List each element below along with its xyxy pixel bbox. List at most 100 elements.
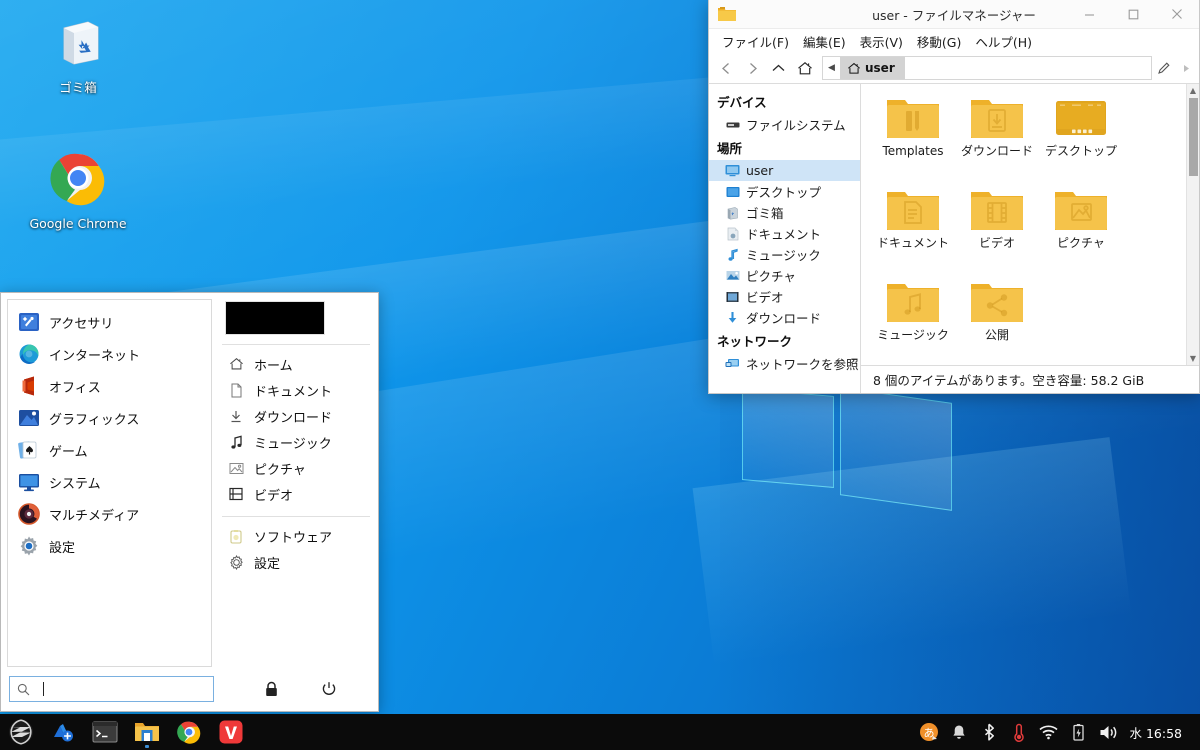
taskbar-app-add-button[interactable] xyxy=(42,714,84,750)
taskbar-vivaldi-button[interactable] xyxy=(210,714,252,750)
file-item[interactable]: Templates xyxy=(871,92,955,184)
place-label: ピクチャ xyxy=(254,459,306,478)
menu-help[interactable]: ヘルプ(H) xyxy=(969,30,1038,53)
edit-path-button[interactable] xyxy=(1153,56,1175,81)
taskbar[interactable]: あ xyxy=(0,714,1200,750)
start-menu[interactable]: アクセサリ インターネット オフィス グラフィックス xyxy=(0,292,379,712)
sidebar-item-label: ドキュメント xyxy=(746,224,821,243)
place-downloads[interactable]: ダウンロード xyxy=(220,403,372,429)
desktop-icon-chrome[interactable]: Google Chrome xyxy=(23,150,133,232)
breadcrumb[interactable]: ◀ user xyxy=(822,56,1152,80)
menu-view[interactable]: 表示(V) xyxy=(854,30,909,53)
maximize-button[interactable] xyxy=(1111,0,1155,28)
sidebar-item-filesystem[interactable]: ファイルシステム xyxy=(709,114,860,135)
sidebar-item-trash[interactable]: ゴミ箱 xyxy=(709,202,860,223)
place-label: ミュージック xyxy=(254,433,332,452)
session-actions xyxy=(260,678,370,700)
taskbar-zorin-menu-button[interactable] xyxy=(0,714,42,750)
file-item[interactable]: 公開 xyxy=(955,276,1039,365)
place-documents[interactable]: ドキュメント xyxy=(220,377,372,403)
tray-ime-button[interactable]: あ xyxy=(914,714,944,750)
sidebar-item-videos[interactable]: ビデオ xyxy=(709,286,860,307)
pathbar-end-controls[interactable] xyxy=(1153,56,1197,81)
place-pictures[interactable]: ピクチャ xyxy=(220,455,372,481)
file-item[interactable]: ダウンロード xyxy=(955,92,1039,184)
minimize-button[interactable] xyxy=(1067,0,1111,28)
folder-app-icon xyxy=(717,4,737,24)
breadcrumb-scroll-right-button[interactable] xyxy=(1175,56,1197,81)
window-body: デバイス ファイルシステム 場所 user デスクトップ xyxy=(709,84,1199,393)
category-accessories[interactable]: アクセサリ xyxy=(8,306,211,338)
taskbar-file-manager-button[interactable] xyxy=(126,714,168,750)
breadcrumb-scroll-left-icon[interactable]: ◀ xyxy=(823,57,840,79)
file-view[interactable]: Templates ダウンロード xyxy=(861,84,1199,393)
divider xyxy=(222,344,370,345)
breadcrumb-item-user[interactable]: user xyxy=(840,57,905,79)
sidebar-item-documents[interactable]: ドキュメント xyxy=(709,223,860,244)
taskbar-chrome-button[interactable] xyxy=(168,714,210,750)
up-button[interactable] xyxy=(766,56,791,81)
place-label: ホーム xyxy=(254,355,293,374)
file-item[interactable]: ミュージック xyxy=(871,276,955,365)
lock-button[interactable] xyxy=(260,678,282,700)
category-system[interactable]: システム xyxy=(8,466,211,498)
sidebar-item-user[interactable]: user xyxy=(709,160,860,181)
menu-file[interactable]: ファイル(F) xyxy=(716,30,795,53)
tray-notifications-button[interactable] xyxy=(944,714,974,750)
sidebar-item-pictures[interactable]: ピクチャ xyxy=(709,265,860,286)
menu-edit[interactable]: 編集(E) xyxy=(797,30,852,53)
category-games[interactable]: ゲーム xyxy=(8,434,211,466)
place-videos[interactable]: ビデオ xyxy=(220,481,372,507)
sidebar-item-music[interactable]: ミュージック xyxy=(709,244,860,265)
menu-go[interactable]: 移動(G) xyxy=(911,30,967,53)
category-list[interactable]: アクセサリ インターネット オフィス グラフィックス xyxy=(7,299,212,667)
trash-icon xyxy=(725,205,740,220)
system-settings[interactable]: 設定 xyxy=(220,549,372,575)
sidebar-item-browse-network[interactable]: ネットワークを参照 xyxy=(709,353,860,374)
pathbar[interactable]: ◀ user xyxy=(709,53,1199,84)
search-input[interactable] xyxy=(9,676,214,702)
file-item[interactable]: ドキュメント xyxy=(871,184,955,276)
category-internet[interactable]: インターネット xyxy=(8,338,211,370)
category-graphics[interactable]: グラフィックス xyxy=(8,402,211,434)
file-item[interactable]: ビデオ xyxy=(955,184,1039,276)
close-button[interactable] xyxy=(1155,0,1199,28)
place-home[interactable]: ホーム xyxy=(220,351,372,377)
back-button[interactable] xyxy=(714,56,739,81)
tray-network-button[interactable] xyxy=(1034,714,1064,750)
category-settings[interactable]: 設定 xyxy=(8,530,211,562)
window-controls[interactable] xyxy=(1067,0,1199,28)
clock[interactable]: 水 16:58 xyxy=(1124,723,1193,742)
user-avatar[interactable] xyxy=(225,301,325,335)
sidebar[interactable]: デバイス ファイルシステム 場所 user デスクトップ xyxy=(709,84,861,393)
desktop-icon-trash[interactable]: ゴミ箱 xyxy=(23,14,133,96)
multimedia-icon xyxy=(18,503,40,525)
category-office[interactable]: オフィス xyxy=(8,370,211,402)
scrollbar-track[interactable] xyxy=(1187,177,1200,352)
power-button[interactable] xyxy=(318,678,340,700)
taskbar-terminal-button[interactable] xyxy=(84,714,126,750)
system-software[interactable]: ソフトウェア xyxy=(220,523,372,549)
tray-volume-button[interactable] xyxy=(1094,714,1124,750)
place-music[interactable]: ミュージック xyxy=(220,429,372,455)
scroll-down-icon[interactable]: ▼ xyxy=(1187,352,1200,365)
file-item[interactable]: デスクトップ xyxy=(1039,92,1123,184)
category-label: アクセサリ xyxy=(49,313,113,332)
forward-button[interactable] xyxy=(740,56,765,81)
tray-battery-button[interactable] xyxy=(1064,714,1094,750)
sidebar-item-desktop[interactable]: デスクトップ xyxy=(709,181,860,202)
scrollbar-thumb[interactable] xyxy=(1189,98,1198,176)
file-manager-window[interactable]: user - ファイルマネージャー ファイル(F) 編集(E) 表示(V) 移動… xyxy=(708,0,1200,394)
tray-temperature-button[interactable] xyxy=(1004,714,1034,750)
tray-bluetooth-button[interactable] xyxy=(974,714,1004,750)
document-icon xyxy=(228,382,244,398)
window-titlebar[interactable]: user - ファイルマネージャー xyxy=(709,0,1199,29)
scroll-up-icon[interactable]: ▲ xyxy=(1187,84,1200,97)
file-grid[interactable]: Templates ダウンロード xyxy=(861,84,1186,365)
home-button[interactable] xyxy=(792,56,817,81)
sidebar-item-downloads[interactable]: ダウンロード xyxy=(709,307,860,328)
file-item[interactable]: ピクチャ xyxy=(1039,184,1123,276)
vertical-scrollbar[interactable]: ▲ ▼ xyxy=(1186,84,1199,365)
menubar[interactable]: ファイル(F) 編集(E) 表示(V) 移動(G) ヘルプ(H) xyxy=(709,29,1199,53)
category-multimedia[interactable]: マルチメディア xyxy=(8,498,211,530)
